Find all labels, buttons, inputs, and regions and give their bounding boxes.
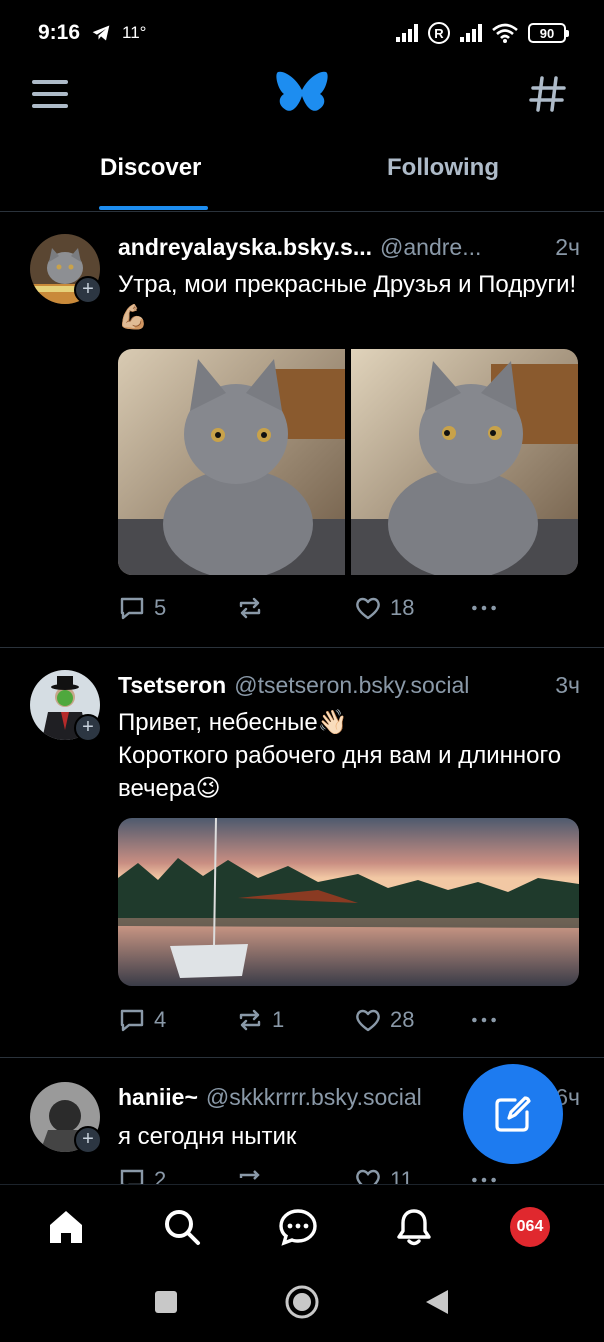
bottom-nav: 064 bbox=[0, 1184, 604, 1268]
repost-icon bbox=[239, 1009, 261, 1031]
follow-plus-icon[interactable]: + bbox=[74, 276, 102, 304]
repost-button[interactable]: 1 bbox=[236, 1006, 284, 1034]
repost-button[interactable] bbox=[236, 594, 272, 622]
post-text: Утра, мои прекрасные Друзья и Подруги!💪🏼 bbox=[118, 271, 577, 331]
more-button[interactable] bbox=[470, 1006, 498, 1034]
repost-icon bbox=[239, 597, 261, 619]
home-system-button[interactable] bbox=[284, 1284, 320, 1325]
post[interactable]: + Tsetseron @tsetseron.bsky.social 3ч Пр… bbox=[0, 648, 604, 1058]
menu-icon[interactable] bbox=[32, 80, 68, 108]
author-handle[interactable]: @tsetseron.bsky.social bbox=[234, 672, 547, 699]
repost-icon bbox=[239, 1170, 260, 1180]
author-name[interactable]: haniie~ bbox=[118, 1084, 198, 1111]
nav-search[interactable] bbox=[160, 1205, 204, 1249]
like-icon bbox=[356, 1169, 380, 1184]
reply-button[interactable]: 2 bbox=[118, 1166, 166, 1184]
like-button[interactable]: 11 bbox=[354, 1166, 413, 1184]
nav-profile[interactable]: 064 bbox=[508, 1205, 552, 1249]
reply-button[interactable]: 4 bbox=[118, 1006, 166, 1034]
like-icon bbox=[356, 597, 380, 620]
system-nav-bar bbox=[0, 1268, 604, 1342]
reply-count: 4 bbox=[154, 1007, 167, 1032]
recents-button[interactable] bbox=[154, 1290, 178, 1319]
clock: 9:16 bbox=[38, 21, 81, 44]
reply-count: 2 bbox=[154, 1167, 167, 1184]
wifi-icon bbox=[492, 23, 518, 43]
post-header: Tsetseron @tsetseron.bsky.social 3ч bbox=[118, 672, 580, 699]
more-icon bbox=[472, 1177, 496, 1183]
profile-avatar: 064 bbox=[510, 1207, 550, 1247]
like-button[interactable]: 28 bbox=[354, 1006, 414, 1034]
hash-icon[interactable] bbox=[528, 74, 568, 114]
reply-icon bbox=[120, 1009, 144, 1032]
search-icon bbox=[165, 1210, 200, 1245]
tab-following[interactable]: Following bbox=[387, 154, 499, 182]
reply-button[interactable]: 5 bbox=[118, 594, 166, 622]
triangle-back-icon bbox=[426, 1290, 448, 1314]
status-bar: 9:16 11° R 90 bbox=[0, 0, 604, 66]
like-button[interactable]: 18 bbox=[354, 594, 414, 622]
like-icon bbox=[356, 1009, 380, 1032]
nav-chat[interactable] bbox=[276, 1205, 320, 1249]
post-image[interactable] bbox=[118, 818, 579, 986]
registered-icon: R bbox=[428, 22, 450, 44]
circle-icon bbox=[285, 1285, 319, 1319]
signal-icon bbox=[396, 24, 418, 42]
like-count: 28 bbox=[390, 1007, 415, 1032]
like-count: 11 bbox=[390, 1167, 413, 1184]
repost-button[interactable] bbox=[236, 1166, 264, 1184]
active-tab-indicator bbox=[99, 206, 208, 210]
post-image-1[interactable] bbox=[118, 349, 345, 575]
follow-plus-icon[interactable]: + bbox=[74, 714, 102, 742]
post-actions: 4 1 28 bbox=[118, 1006, 580, 1036]
author-name[interactable]: Tsetseron bbox=[118, 672, 226, 699]
signal-icon-2 bbox=[460, 24, 482, 42]
reply-icon bbox=[120, 597, 144, 620]
nav-home[interactable] bbox=[44, 1205, 88, 1249]
feed-tabs: Discover Following bbox=[0, 140, 604, 212]
repost-count: 1 bbox=[272, 1007, 285, 1032]
follow-plus-icon[interactable]: + bbox=[74, 1126, 102, 1154]
post-actions: 2 11 bbox=[118, 1166, 580, 1184]
more-button[interactable] bbox=[470, 1166, 498, 1184]
compose-button[interactable] bbox=[463, 1064, 563, 1164]
post-header: andreyalayska.bsky.s... @andre... 2ч bbox=[118, 234, 580, 261]
more-icon bbox=[472, 605, 496, 611]
telegram-icon bbox=[92, 25, 110, 41]
chat-icon bbox=[279, 1209, 317, 1246]
bell-icon bbox=[397, 1209, 431, 1246]
reply-icon bbox=[120, 1169, 144, 1184]
top-bar bbox=[0, 66, 604, 128]
post-time: 2ч bbox=[555, 234, 580, 260]
butterfly-logo-icon[interactable] bbox=[276, 70, 328, 116]
more-icon bbox=[472, 1017, 496, 1023]
author-handle[interactable]: @andre... bbox=[380, 234, 547, 261]
post-time: 3ч bbox=[555, 672, 580, 698]
author-name[interactable]: andreyalayska.bsky.s... bbox=[118, 234, 372, 261]
like-count: 18 bbox=[390, 595, 415, 620]
temperature: 11° bbox=[122, 23, 147, 42]
compose-icon bbox=[495, 1096, 531, 1132]
post-text: Привет, небесные👋🏻 Короткого рабочего дн… bbox=[118, 709, 562, 802]
post[interactable]: + andreyalayska.bsky.s... @andre... 2ч У… bbox=[0, 212, 604, 648]
square-icon bbox=[155, 1291, 177, 1313]
tab-discover[interactable]: Discover bbox=[100, 154, 201, 182]
reply-count: 5 bbox=[154, 595, 167, 620]
battery-icon: 90 bbox=[528, 23, 569, 43]
more-button[interactable] bbox=[470, 594, 498, 622]
back-button[interactable] bbox=[424, 1288, 450, 1321]
post-image-2[interactable] bbox=[351, 349, 578, 575]
nav-notifications[interactable] bbox=[392, 1205, 436, 1249]
home-icon bbox=[50, 1211, 82, 1243]
post-actions: 5 18 bbox=[118, 594, 580, 624]
